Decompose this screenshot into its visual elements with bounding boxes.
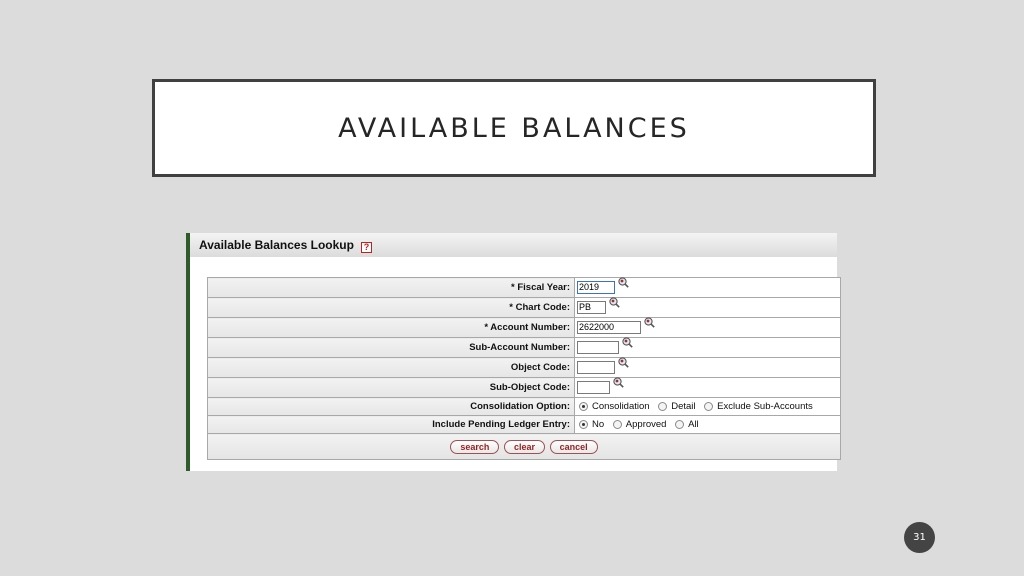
- object-code-input[interactable]: [577, 361, 615, 374]
- sub-account-number-label: Sub-Account Number:: [207, 337, 575, 358]
- slide-title: AVAILABLE BALANCES: [338, 112, 690, 144]
- form-button-row: search clear cancel: [207, 433, 841, 460]
- detail-option-text: Detail: [671, 400, 696, 412]
- form-row-object-code: Object Code:: [207, 357, 841, 378]
- chart-code-label: * Chart Code:: [207, 297, 575, 318]
- form-row-sub-account-number: Sub-Account Number:: [207, 337, 841, 358]
- pending-ledger-label: Include Pending Ledger Entry:: [207, 415, 575, 434]
- consolidation-radio[interactable]: [579, 401, 588, 411]
- clear-button[interactable]: clear: [503, 439, 546, 454]
- slide-title-box: AVAILABLE BALANCES: [152, 79, 876, 177]
- pending-approved-text: Approved: [625, 418, 667, 430]
- form-row-chart-code: * Chart Code: PB: [207, 297, 841, 318]
- form-row-account-number: * Account Number: 2622000: [207, 317, 841, 338]
- lookup-screenshot: Available Balances Lookup ? * Fiscal Yea…: [186, 233, 841, 471]
- consolidation-option-text: Consolidation: [592, 400, 650, 412]
- pending-all-radio[interactable]: [675, 419, 685, 429]
- form-row-pending-ledger: Include Pending Ledger Entry: No Approve…: [207, 415, 841, 434]
- lookup-header: Available Balances Lookup ?: [190, 233, 837, 257]
- sub-object-code-input[interactable]: [577, 381, 610, 394]
- consolidation-option-label: Consolidation Option:: [207, 397, 575, 416]
- object-code-label: Object Code:: [207, 357, 575, 378]
- lookup-form: * Fiscal Year: 2019 * Chart Code: PB * A…: [207, 277, 841, 460]
- detail-radio[interactable]: [658, 401, 668, 411]
- form-row-sub-object-code: Sub-Object Code:: [207, 377, 841, 398]
- search-button[interactable]: search: [450, 439, 500, 454]
- account-number-label: * Account Number:: [207, 317, 575, 338]
- exclude-sub-accounts-option-text: Exclude Sub-Accounts: [717, 400, 813, 412]
- sub-account-number-input[interactable]: [577, 341, 619, 354]
- magnifier-icon[interactable]: [622, 337, 633, 348]
- magnifier-icon[interactable]: [618, 357, 629, 368]
- chart-code-input[interactable]: PB: [577, 301, 606, 314]
- exclude-sub-accounts-radio[interactable]: [704, 401, 714, 411]
- sub-object-code-label: Sub-Object Code:: [207, 377, 575, 398]
- magnifier-icon[interactable]: [644, 317, 655, 328]
- page-number: 31: [913, 532, 926, 543]
- pending-no-radio[interactable]: [579, 419, 588, 429]
- help-question-icon[interactable]: ?: [360, 242, 372, 253]
- pending-no-text: No: [592, 418, 605, 430]
- page-number-badge: 31: [904, 522, 935, 553]
- lookup-title: Available Balances Lookup: [199, 238, 354, 252]
- form-row-consolidation-option: Consolidation Option: Consolidation Deta…: [207, 397, 841, 416]
- magnifier-icon[interactable]: [618, 277, 629, 288]
- magnifier-icon[interactable]: [609, 297, 620, 308]
- fiscal-year-input[interactable]: 2019: [577, 281, 615, 294]
- account-number-input[interactable]: 2622000: [577, 321, 641, 334]
- cancel-button[interactable]: cancel: [549, 439, 598, 454]
- magnifier-icon[interactable]: [613, 377, 624, 388]
- fiscal-year-label: * Fiscal Year:: [207, 277, 575, 298]
- pending-all-text: All: [688, 418, 699, 430]
- pending-approved-radio[interactable]: [612, 419, 622, 429]
- form-row-fiscal-year: * Fiscal Year: 2019: [207, 277, 841, 298]
